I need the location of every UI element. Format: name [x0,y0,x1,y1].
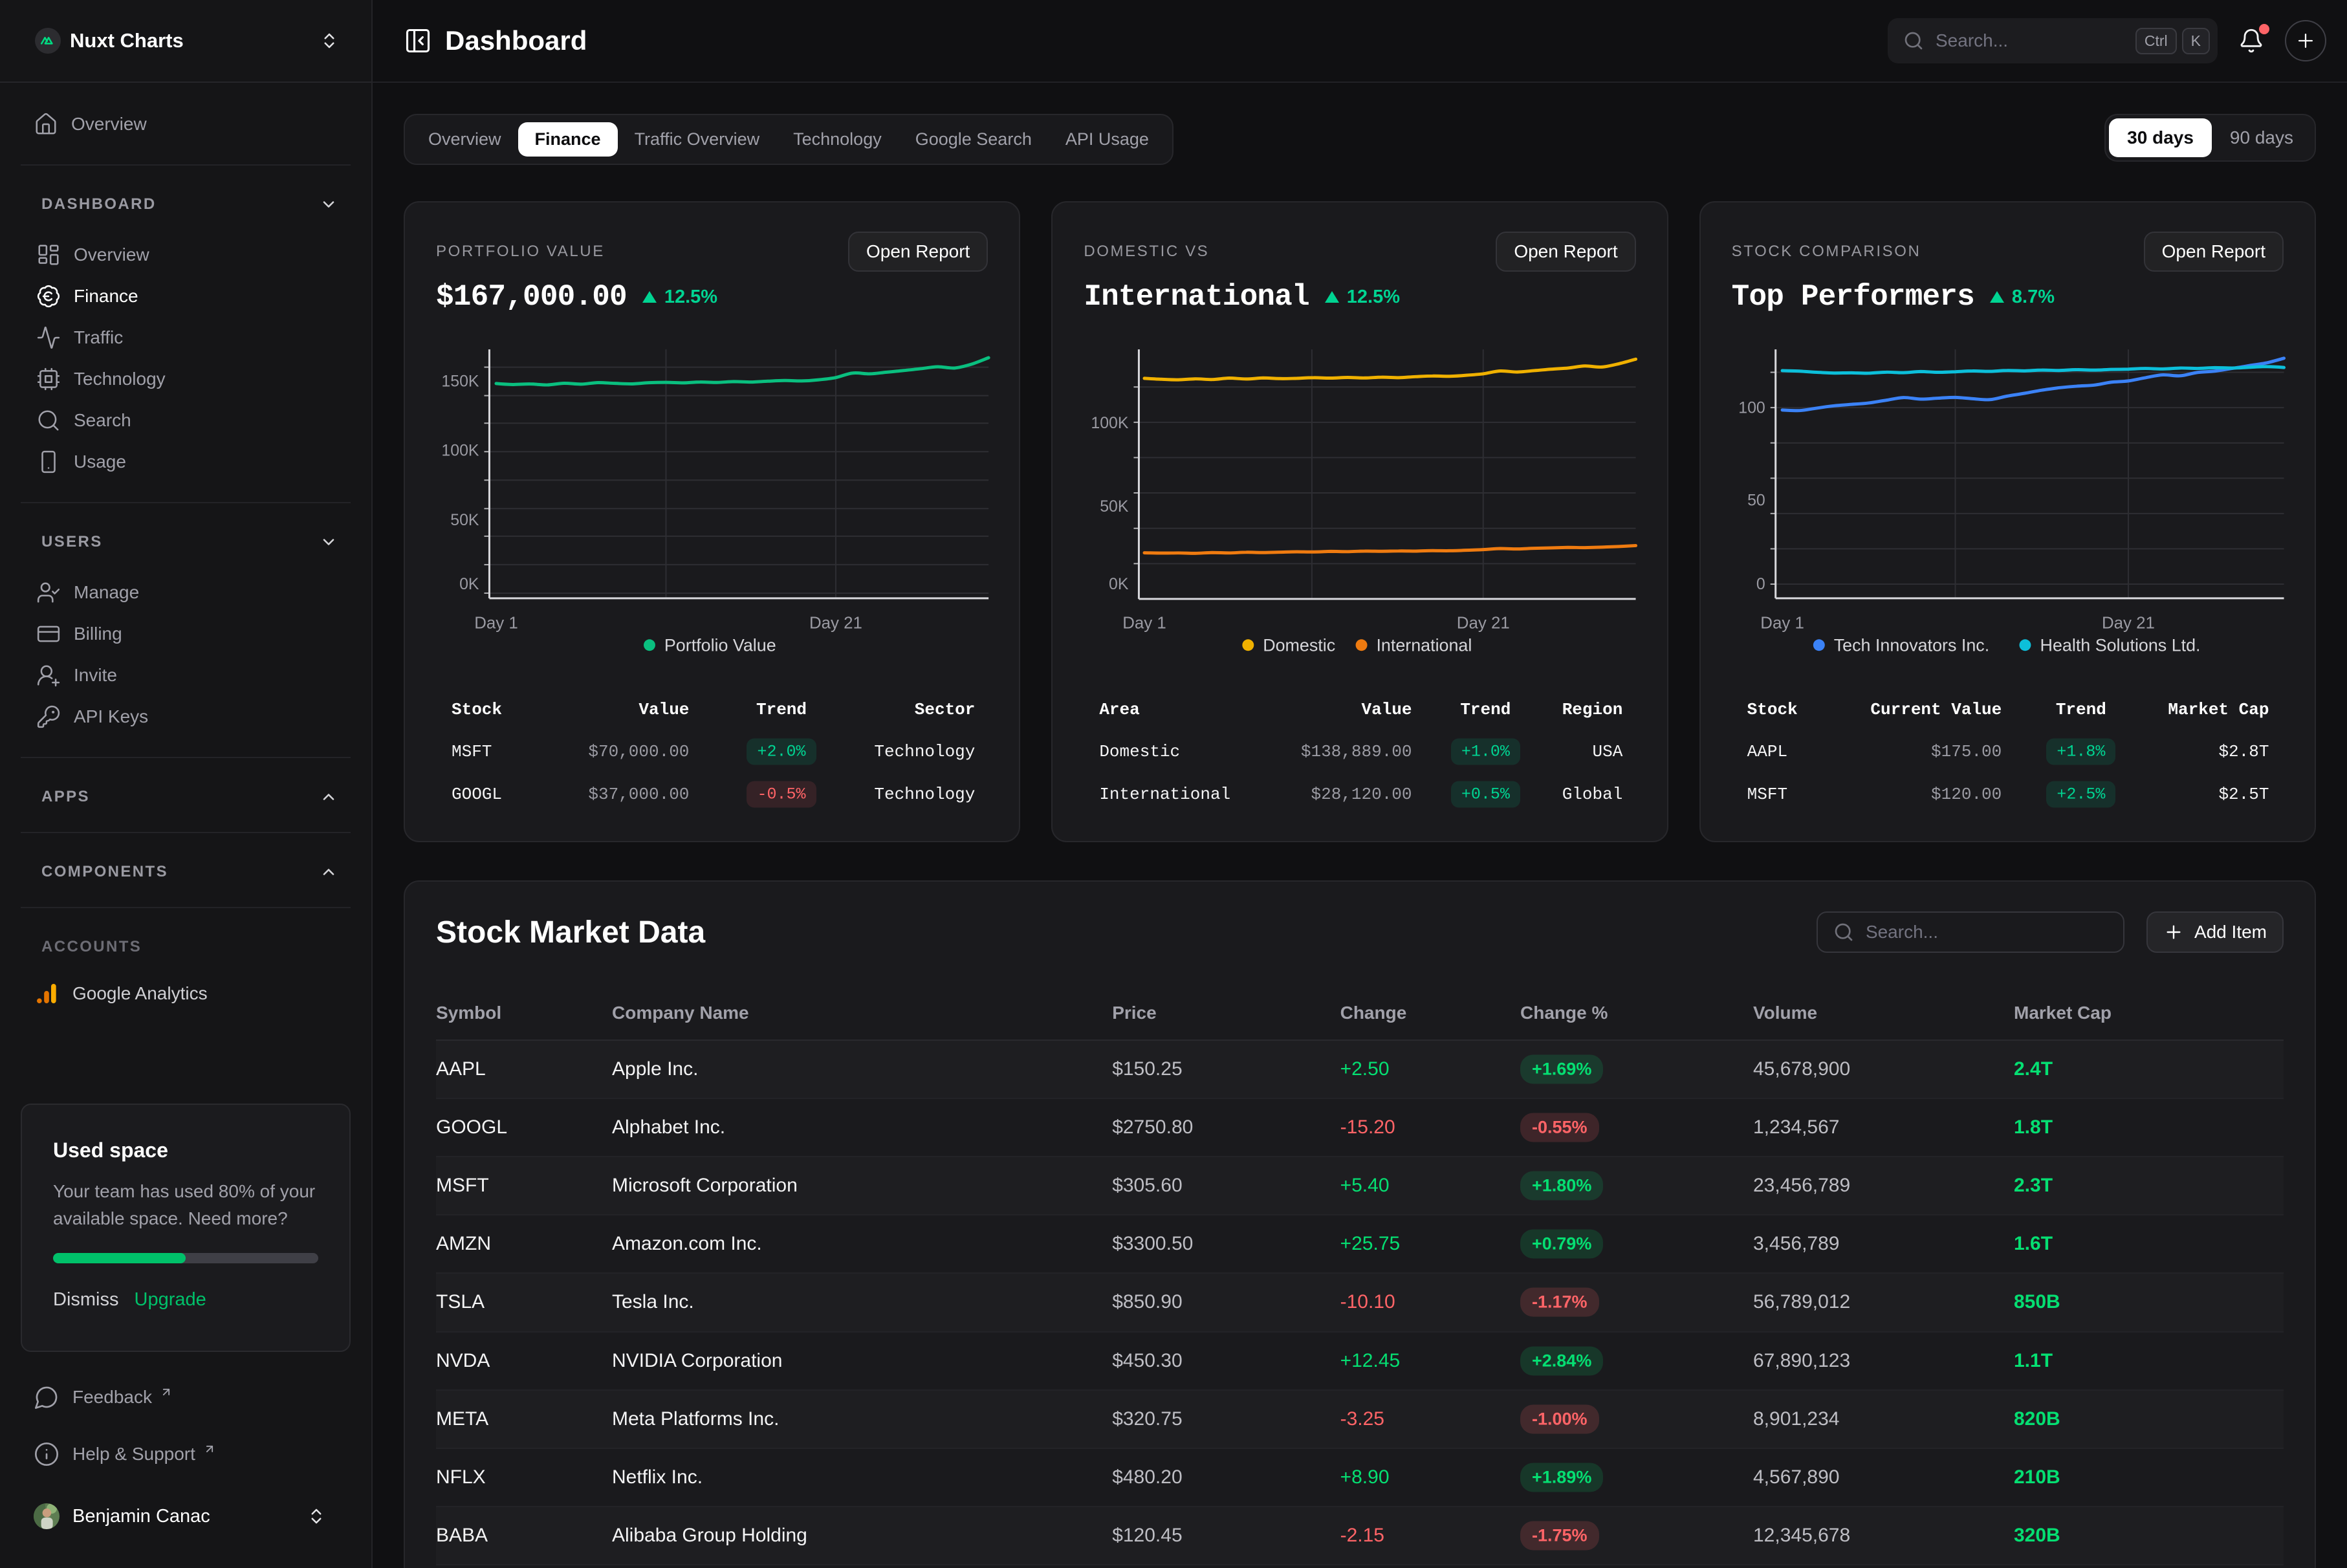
svg-text:50: 50 [1747,491,1765,509]
svg-text:International: International [1377,635,1472,655]
svg-text:Day 1: Day 1 [1123,614,1167,632]
svg-text:Day 21: Day 21 [2102,614,2155,632]
svg-text:Tech Innovators Inc.: Tech Innovators Inc. [1833,635,1989,655]
svg-text:150K: 150K [441,373,479,391]
svg-text:100: 100 [1738,398,1765,417]
svg-text:Day 21: Day 21 [809,614,862,632]
svg-text:50K: 50K [450,511,479,529]
svg-text:Day 1: Day 1 [474,614,518,632]
svg-text:Domestic: Domestic [1263,635,1336,655]
svg-text:Day 21: Day 21 [1457,614,1510,632]
svg-text:100K: 100K [1091,414,1129,432]
svg-text:Portfolio Value: Portfolio Value [664,635,776,655]
svg-text:50K: 50K [1100,497,1130,516]
svg-text:0K: 0K [1109,575,1129,593]
svg-text:100K: 100K [441,442,479,460]
svg-text:Day 1: Day 1 [1760,614,1804,632]
svg-text:Health Solutions Ltd.: Health Solutions Ltd. [2040,635,2200,655]
svg-text:0: 0 [1756,575,1765,593]
svg-text:0K: 0K [459,575,479,593]
